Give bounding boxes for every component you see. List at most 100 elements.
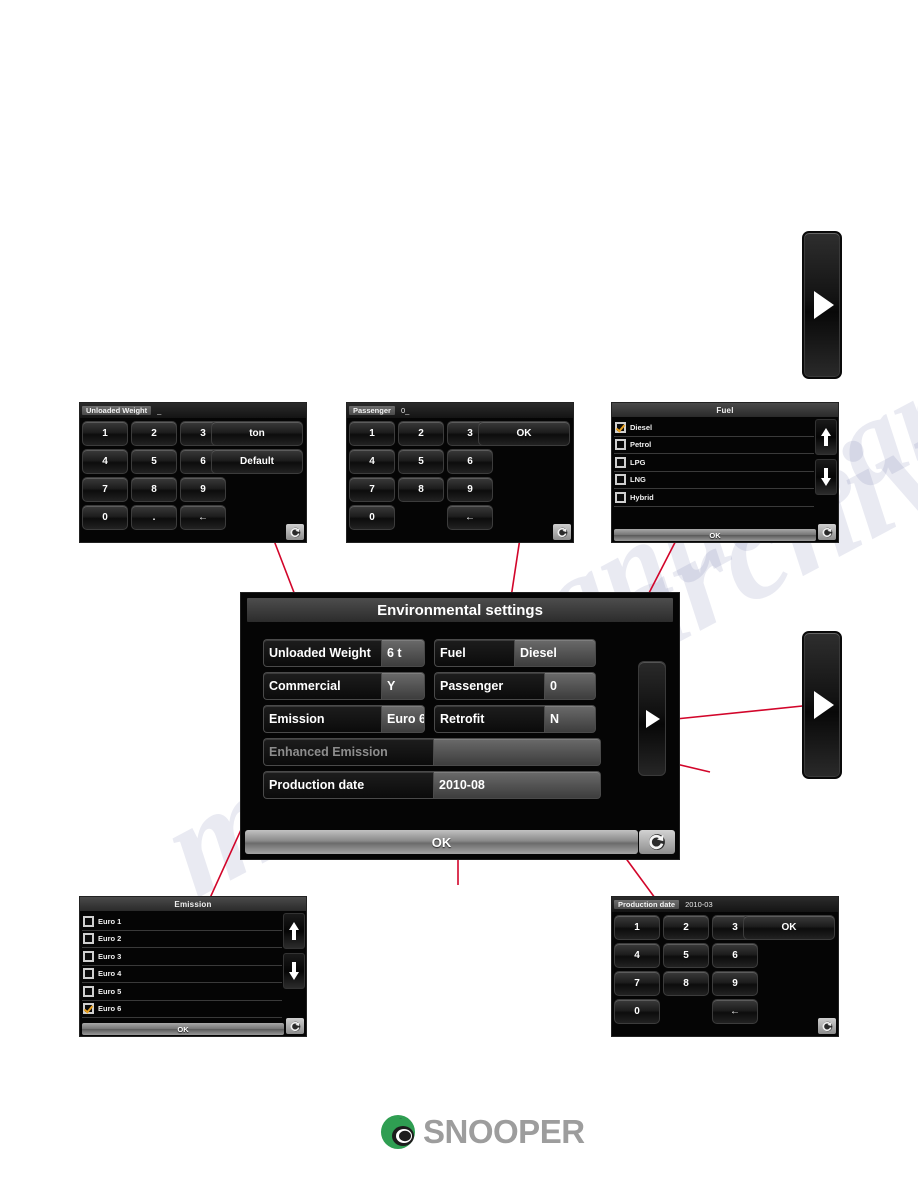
key-5[interactable]: 5 — [131, 449, 177, 474]
list-item[interactable]: Hybrid — [614, 489, 814, 507]
production-date-value[interactable]: 2010-08 — [433, 771, 601, 799]
checkbox-icon[interactable] — [83, 915, 94, 927]
default-button[interactable]: Default — [211, 449, 303, 474]
list-item[interactable]: Euro 3 — [82, 948, 282, 966]
key-2[interactable]: 2 — [398, 421, 444, 446]
list-item[interactable]: LPG — [614, 454, 814, 472]
backspace-icon[interactable]: ← — [447, 505, 493, 530]
key-2[interactable]: 2 — [131, 421, 177, 446]
next-page-arrow-top[interactable] — [802, 231, 842, 379]
production-date-input-value[interactable]: 2010-03 — [685, 900, 713, 909]
key-9[interactable]: 9 — [712, 971, 758, 996]
play-arrow-right-icon — [814, 691, 834, 719]
key-4[interactable]: 4 — [614, 943, 660, 968]
key-6[interactable]: 6 — [447, 449, 493, 474]
scroll-up-button[interactable] — [815, 419, 837, 455]
retrofit-value[interactable]: N — [544, 705, 596, 733]
checkbox-icon[interactable] — [83, 933, 94, 945]
retrofit-value-text: N — [550, 712, 560, 726]
unloaded-weight-value[interactable]: 6 t — [381, 639, 425, 667]
passenger-input-value[interactable]: 0_ — [401, 406, 409, 415]
key-1[interactable]: 1 — [82, 421, 128, 446]
checkbox-checked-icon[interactable] — [83, 1003, 94, 1015]
keypad-row: 0 ← — [614, 999, 836, 1024]
field-label: Commercial — [263, 672, 381, 700]
refresh-icon[interactable] — [639, 830, 675, 854]
list-item[interactable]: Euro 1 — [82, 913, 282, 931]
key-8[interactable]: 8 — [131, 477, 177, 502]
key-4[interactable]: 4 — [349, 449, 395, 474]
checkbox-icon[interactable] — [83, 985, 94, 997]
ton-button[interactable]: ton — [211, 421, 303, 446]
scroll-down-button[interactable] — [815, 459, 837, 495]
key-4[interactable]: 4 — [82, 449, 128, 474]
checkbox-icon[interactable] — [615, 474, 626, 486]
commercial-value[interactable]: Y — [381, 672, 425, 700]
scroll-down-button[interactable] — [283, 953, 305, 989]
list-item-label: Euro 1 — [98, 916, 122, 926]
field-emission[interactable]: Emission Euro 6 — [263, 705, 430, 733]
refresh-icon[interactable] — [818, 524, 836, 540]
key-6[interactable]: 6 — [712, 943, 758, 968]
list-item[interactable]: Euro 4 — [82, 966, 282, 983]
arrow-down-icon — [289, 962, 299, 980]
checkbox-checked-icon[interactable] — [615, 421, 626, 433]
key-8[interactable]: 8 — [398, 477, 444, 502]
list-item[interactable]: Euro 5 — [82, 983, 282, 1001]
next-page-button[interactable] — [638, 661, 666, 776]
emission-ok-button[interactable]: OK — [82, 1023, 284, 1035]
checkbox-icon[interactable] — [615, 491, 626, 503]
checkbox-icon[interactable] — [83, 950, 94, 962]
key-8[interactable]: 8 — [663, 971, 709, 996]
checkbox-icon[interactable] — [615, 439, 626, 451]
field-passenger[interactable]: Passenger 0 — [434, 672, 601, 700]
field-fuel[interactable]: Fuel Diesel — [434, 639, 601, 667]
passenger-value[interactable]: 0 — [544, 672, 596, 700]
key-7[interactable]: 7 — [614, 971, 660, 996]
list-item[interactable]: Petrol — [614, 437, 814, 454]
list-item[interactable]: Diesel — [614, 419, 814, 437]
key-decimal[interactable]: . — [131, 505, 177, 530]
list-item[interactable]: Euro 6 — [82, 1001, 282, 1018]
next-page-arrow-bottom[interactable] — [802, 631, 842, 779]
key-9[interactable]: 9 — [447, 477, 493, 502]
unloaded-weight-input-value[interactable]: _ — [157, 406, 161, 415]
page-title: Environmental settings — [247, 598, 673, 622]
field-production-date[interactable]: Production date 2010-08 — [263, 771, 601, 799]
key-5[interactable]: 5 — [663, 943, 709, 968]
key-2[interactable]: 2 — [663, 915, 709, 940]
fuel-ok-button[interactable]: OK — [614, 529, 816, 541]
scroll-up-button[interactable] — [283, 913, 305, 949]
key-9[interactable]: 9 — [180, 477, 226, 502]
emission-list-items: Euro 1 Euro 2 Euro 3 Euro 4 Euro 5 Euro … — [82, 913, 282, 1021]
refresh-icon[interactable] — [553, 524, 571, 540]
refresh-icon[interactable] — [286, 524, 304, 540]
key-0[interactable]: 0 — [614, 999, 660, 1024]
list-item[interactable]: LNG — [614, 472, 814, 489]
field-commercial[interactable]: Commercial Y — [263, 672, 430, 700]
key-7[interactable]: 7 — [349, 477, 395, 502]
fuel-value[interactable]: Diesel — [514, 639, 596, 667]
ok-button[interactable]: OK — [245, 830, 638, 854]
backspace-icon[interactable]: ← — [712, 999, 758, 1024]
key-0[interactable]: 0 — [82, 505, 128, 530]
checkbox-icon[interactable] — [615, 456, 626, 468]
list-item[interactable]: Euro 2 — [82, 931, 282, 948]
key-7[interactable]: 7 — [82, 477, 128, 502]
refresh-icon[interactable] — [286, 1018, 304, 1034]
key-5[interactable]: 5 — [398, 449, 444, 474]
backspace-icon[interactable]: ← — [180, 505, 226, 530]
field-retrofit[interactable]: Retrofit N — [434, 705, 601, 733]
key-1[interactable]: 1 — [349, 421, 395, 446]
list-item-label: LNG — [630, 475, 646, 485]
keypad-row: 4 5 6 — [349, 449, 571, 474]
checkbox-icon[interactable] — [83, 968, 94, 980]
ok-button[interactable]: OK — [743, 915, 835, 940]
key-0[interactable]: 0 — [349, 505, 395, 530]
emission-value[interactable]: Euro 6 — [381, 705, 425, 733]
field-unloaded-weight[interactable]: Unloaded Weight 6 t — [263, 639, 430, 667]
list-item-label: Hybrid — [630, 492, 654, 502]
ok-button[interactable]: OK — [478, 421, 570, 446]
refresh-icon[interactable] — [818, 1018, 836, 1034]
key-1[interactable]: 1 — [614, 915, 660, 940]
